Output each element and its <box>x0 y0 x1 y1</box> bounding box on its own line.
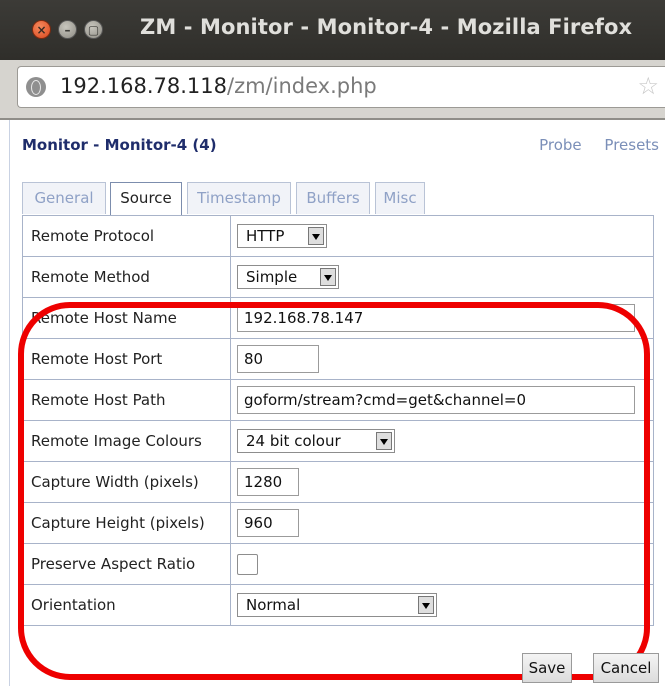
window-titlebar: × – ▢ ZM - Monitor - Monitor-4 - Mozilla… <box>0 0 665 60</box>
table-row: Orientation Normal <box>22 584 654 626</box>
close-window-button[interactable]: × <box>32 20 51 39</box>
table-row: Capture Height (pixels) 960 <box>22 502 654 544</box>
maximize-window-button[interactable]: ▢ <box>84 20 103 39</box>
remote-protocol-label: Remote Protocol <box>22 215 231 257</box>
window-title: ZM - Monitor - Monitor-4 - Mozilla Firef… <box>140 15 633 39</box>
globe-icon <box>26 77 46 97</box>
orientation-value: Normal <box>246 596 301 614</box>
remote-image-colours-label: Remote Image Colours <box>22 420 231 462</box>
remote-host-name-label: Remote Host Name <box>22 297 231 339</box>
chevron-down-icon <box>418 596 434 614</box>
probe-link[interactable]: Probe <box>539 136 582 154</box>
tab-general[interactable]: General <box>22 182 106 214</box>
remote-protocol-value: HTTP <box>246 227 285 245</box>
orientation-label: Orientation <box>22 584 231 626</box>
remote-host-name-input[interactable]: 192.168.78.147 <box>237 304 635 332</box>
presets-link[interactable]: Presets <box>604 136 659 154</box>
url-text[interactable]: 192.168.78.118/zm/index.php <box>60 74 377 98</box>
table-row: Remote Host Path goform/stream?cmd=get&c… <box>22 379 654 421</box>
capture-height-label: Capture Height (pixels) <box>22 502 231 544</box>
remote-method-select[interactable]: Simple <box>237 265 339 289</box>
remote-protocol-select[interactable]: HTTP <box>237 224 327 248</box>
remote-host-port-input[interactable]: 80 <box>237 345 319 373</box>
table-row: Remote Method Simple <box>22 256 654 298</box>
capture-width-label: Capture Width (pixels) <box>22 461 231 503</box>
capture-width-input[interactable]: 1280 <box>237 468 299 496</box>
minimize-window-button[interactable]: – <box>58 20 77 39</box>
table-row: Remote Host Port 80 <box>22 338 654 380</box>
remote-method-label: Remote Method <box>22 256 231 298</box>
remote-image-colours-value: 24 bit colour <box>246 432 341 450</box>
capture-height-input[interactable]: 960 <box>237 509 299 537</box>
preserve-aspect-ratio-label: Preserve Aspect Ratio <box>22 543 231 585</box>
chevron-down-icon <box>308 227 324 245</box>
source-settings-table: Remote Protocol HTTP Remote Method Simpl… <box>22 215 654 626</box>
table-row: Remote Image Colours 24 bit colour <box>22 420 654 462</box>
tab-timestamp[interactable]: Timestamp <box>187 182 291 214</box>
table-row: Capture Width (pixels) 1280 <box>22 461 654 503</box>
preserve-aspect-ratio-checkbox[interactable] <box>237 553 258 575</box>
table-row: Preserve Aspect Ratio <box>22 543 654 585</box>
tab-source[interactable]: Source <box>110 182 182 216</box>
orientation-select[interactable]: Normal <box>237 593 437 617</box>
tab-buffers[interactable]: Buffers <box>296 182 370 214</box>
tab-misc[interactable]: Misc <box>375 182 425 214</box>
chevron-down-icon <box>376 432 392 450</box>
remote-method-value: Simple <box>246 268 298 286</box>
bookmark-star-icon[interactable]: ☆ <box>637 72 659 100</box>
url-path: /zm/index.php <box>227 74 377 98</box>
page-content: Monitor - Monitor-4 (4) Probe Presets Ge… <box>0 120 665 686</box>
url-host: 192.168.78.118 <box>60 74 227 98</box>
remote-host-port-label: Remote Host Port <box>22 338 231 380</box>
address-bar[interactable]: 192.168.78.118/zm/index.php ☆ <box>17 66 665 108</box>
remote-host-path-label: Remote Host Path <box>22 379 231 421</box>
header-links: Probe Presets <box>521 136 659 154</box>
table-row: Remote Host Name 192.168.78.147 <box>22 297 654 339</box>
remote-image-colours-select[interactable]: 24 bit colour <box>237 429 395 453</box>
chevron-down-icon <box>320 268 336 286</box>
remote-host-path-input[interactable]: goform/stream?cmd=get&channel=0 <box>237 386 635 414</box>
save-button[interactable]: Save <box>522 653 572 683</box>
page-left-border <box>9 120 10 686</box>
navigation-toolbar: 192.168.78.118/zm/index.php ☆ <box>0 60 665 118</box>
page-title: Monitor - Monitor-4 (4) <box>22 136 217 154</box>
cancel-button[interactable]: Cancel <box>593 653 659 683</box>
table-row: Remote Protocol HTTP <box>22 215 654 257</box>
